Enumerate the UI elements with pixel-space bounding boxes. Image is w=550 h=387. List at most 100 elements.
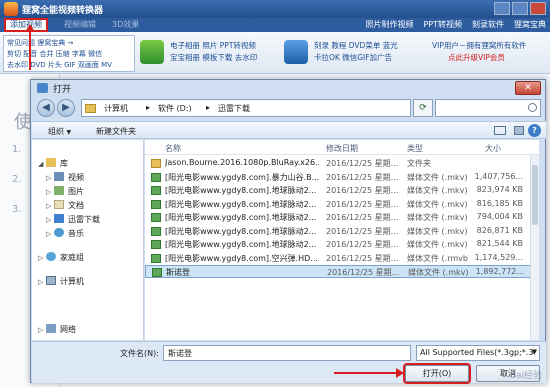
close-icon[interactable]	[530, 2, 546, 15]
file-date: 2016/12/25 星期...	[326, 172, 399, 182]
column-header-type[interactable]: 类型	[407, 143, 423, 154]
quick-links-row[interactable]: 剪切 配音 合并 压缩 字幕 微信	[7, 49, 102, 59]
file-row[interactable]: [阳光电影www.ygdy8.com].空兴弹.HD.... 2016/12/25…	[145, 252, 539, 265]
address-bar[interactable]: 计算机 ▸ 软件 (D:) ▸ 迅雷下载	[81, 99, 411, 117]
file-row[interactable]: [阳光电影www.ygdy8.com].地球脉动2... 2016/12/25 星…	[145, 238, 539, 251]
link-burn-software[interactable]: 刻录软件	[472, 19, 504, 30]
refresh-icon[interactable]: ⟳	[413, 99, 433, 117]
file-name: [阳光电影www.ygdy8.com].地球脉动2...	[165, 226, 317, 236]
column-header-date[interactable]: 修改日期	[326, 143, 358, 154]
nav-item-videos[interactable]: ▷ 视频	[46, 172, 84, 185]
command-bar: 组织 ▼ 新建文件夹 ?	[32, 121, 546, 139]
nav-label: 图片	[68, 187, 84, 196]
minimize-icon[interactable]	[494, 2, 510, 15]
file-row[interactable]: [阳光电影www.ygdy8.com].地球脉动2... 2016/12/25 星…	[145, 211, 539, 224]
file-date: 2016/12/25 星期...	[326, 186, 399, 195]
file-date: 2016/12/25 星期...	[327, 268, 400, 277]
file-type: 媒体文件 (.mkv)	[407, 199, 468, 209]
search-icon	[528, 103, 537, 112]
file-name: [阳光电影www.ygdy8.com].空兴弹.HD....	[165, 253, 319, 263]
view-options-icon[interactable]	[494, 126, 506, 135]
nav-item-pictures[interactable]: ▷ 图片	[46, 186, 84, 199]
nav-label: 计算机	[60, 277, 84, 286]
breadcrumb-item[interactable]: 计算机	[104, 103, 128, 114]
navigation-pane: ◢ 库 ▷ 视频 ▷ 图片 ▷ 文档 ▷ 迅雷下载 ▷ 音乐 ▷ 家庭组 ▷ 计算机 ▷ 网络	[32, 140, 144, 340]
new-folder-button[interactable]: 新建文件夹	[96, 126, 136, 137]
breadcrumb-item[interactable]: 迅雷下载	[218, 103, 250, 114]
breadcrumb-separator: ▸	[146, 103, 151, 112]
media-file-icon	[151, 186, 161, 195]
tab-3d-effect[interactable]: 3D效果	[108, 19, 143, 31]
dialog-close-button[interactable]: ✕	[515, 81, 541, 95]
open-button[interactable]: 打开(O)	[403, 363, 471, 384]
help-icon[interactable]: ?	[528, 124, 541, 137]
scrollbar-thumb[interactable]	[532, 165, 538, 225]
ad-text[interactable]: 宝宝相册 模板下载 去水印	[170, 52, 257, 63]
window-controls	[494, 2, 546, 15]
chevron-right-icon: ▷	[38, 278, 44, 286]
file-date: 2016/12/25 星期...	[326, 213, 399, 222]
link-photo-video[interactable]: 照片制作视频	[365, 19, 413, 30]
maximize-icon[interactable]	[512, 2, 528, 15]
media-file-icon	[151, 240, 161, 249]
decorative-text: 1.	[12, 144, 22, 155]
file-row[interactable]: [阳光电影www.ygdy8.com].地球脉动2... 2016/12/25 星…	[145, 225, 539, 238]
nav-library[interactable]: ◢ 库	[38, 158, 68, 171]
column-header-size[interactable]: 大小	[485, 143, 501, 154]
nav-homegroup[interactable]: ▷ 家庭组	[38, 252, 84, 265]
dvd-icon[interactable]	[284, 40, 308, 64]
link-liwo-guide[interactable]: 狸窝宝典	[514, 19, 546, 30]
search-input[interactable]	[435, 99, 541, 117]
forward-arrow-icon[interactable]: ▶	[57, 99, 75, 117]
file-type: 媒体文件 (.mkv)	[407, 213, 468, 222]
quick-links-row[interactable]: 去水印 DVD 片头 GIF 双画面 MV	[7, 60, 112, 70]
file-row[interactable]: 斯诺登 2016/12/25 星期... 媒体文件 (.mkv) 1,892,772.…	[145, 265, 539, 278]
ad-text[interactable]: 电子相册 照片 PPT转视频	[170, 40, 256, 51]
nav-label: 视频	[68, 173, 84, 182]
file-date: 2016/12/25 星期...	[326, 199, 399, 209]
column-header-name[interactable]: 名称	[165, 143, 181, 154]
file-size: 1,174,529...	[474, 252, 523, 262]
nav-computer[interactable]: ▷ 计算机	[38, 276, 84, 289]
file-size: 794,004 KB	[476, 212, 523, 221]
file-row[interactable]: [阳光电影www.ygdy8.com].地球脉动2... 2016/12/25 星…	[145, 184, 539, 197]
nav-item-documents[interactable]: ▷ 文档	[46, 200, 84, 213]
file-size: 1,407,756...	[474, 171, 523, 181]
breadcrumb-separator: ▸	[206, 103, 211, 112]
file-type: 媒体文件 (.mkv)	[407, 172, 468, 182]
photo-album-icon[interactable]	[140, 40, 164, 64]
file-row[interactable]: [阳光电影www.ygdy8.com].暴力山谷.B... 2016/12/25 …	[145, 171, 539, 184]
network-icon	[46, 324, 56, 333]
back-arrow-icon[interactable]: ◀	[37, 99, 55, 117]
media-file-icon	[151, 226, 161, 236]
computer-icon	[46, 276, 56, 285]
chevron-right-icon: ▷	[46, 174, 52, 182]
filetype-select[interactable]: All Supported Files(*.3gp;*.3 ▼	[416, 345, 540, 361]
quick-links-box: 常见问题 狸窝宝典 → 剪切 配音 合并 压缩 字幕 微信 去水印 DVD 片头…	[3, 35, 135, 72]
vertical-scrollbar[interactable]	[530, 155, 539, 340]
file-list: 名称 修改日期 类型 大小 Jason.Bourne.2016.1080p.Bl…	[145, 140, 539, 340]
vip-upgrade-link[interactable]: 点此升级VIP会员	[448, 52, 505, 63]
ad-text[interactable]: 卡拉OK 微信GIF加广告	[314, 52, 392, 63]
link-ppt-video[interactable]: PPT转视频	[423, 19, 462, 30]
filename-input[interactable]: 斯诺登	[163, 345, 411, 361]
nav-item-music[interactable]: ▷ 音乐	[46, 228, 84, 241]
quick-links-row[interactable]: 常见问题 狸窝宝典 →	[7, 38, 73, 48]
tab-video-edit[interactable]: 视频编辑	[60, 19, 100, 31]
organize-button[interactable]: 组织 ▼	[48, 126, 71, 137]
chevron-right-icon: ▷	[46, 188, 52, 196]
folder-icon	[85, 104, 96, 113]
chevron-down-icon[interactable]: ◢	[38, 160, 46, 168]
file-row[interactable]: Jason.Bourne.2016.1080p.BluRay.x26... 201…	[145, 157, 539, 170]
nav-label: 音乐	[68, 229, 84, 238]
app-logo-icon	[4, 2, 18, 16]
ad-text[interactable]: 刻录 教程 DVD菜单 蓝光	[314, 40, 398, 51]
nav-network[interactable]: ▷ 网络	[38, 324, 76, 337]
breadcrumb-item[interactable]: 软件 (D:)	[158, 103, 192, 114]
nav-item-thunder-downloads[interactable]: ▷ 迅雷下载	[46, 214, 100, 227]
preview-pane-icon[interactable]	[514, 126, 524, 135]
dialog-title: 打开	[53, 85, 72, 95]
annotation-arrow-up	[25, 24, 35, 70]
file-type: 媒体文件 (.mkv)	[407, 186, 468, 195]
file-row[interactable]: [阳光电影www.ygdy8.com].地球脉动2... 2016/12/25 星…	[145, 198, 539, 211]
